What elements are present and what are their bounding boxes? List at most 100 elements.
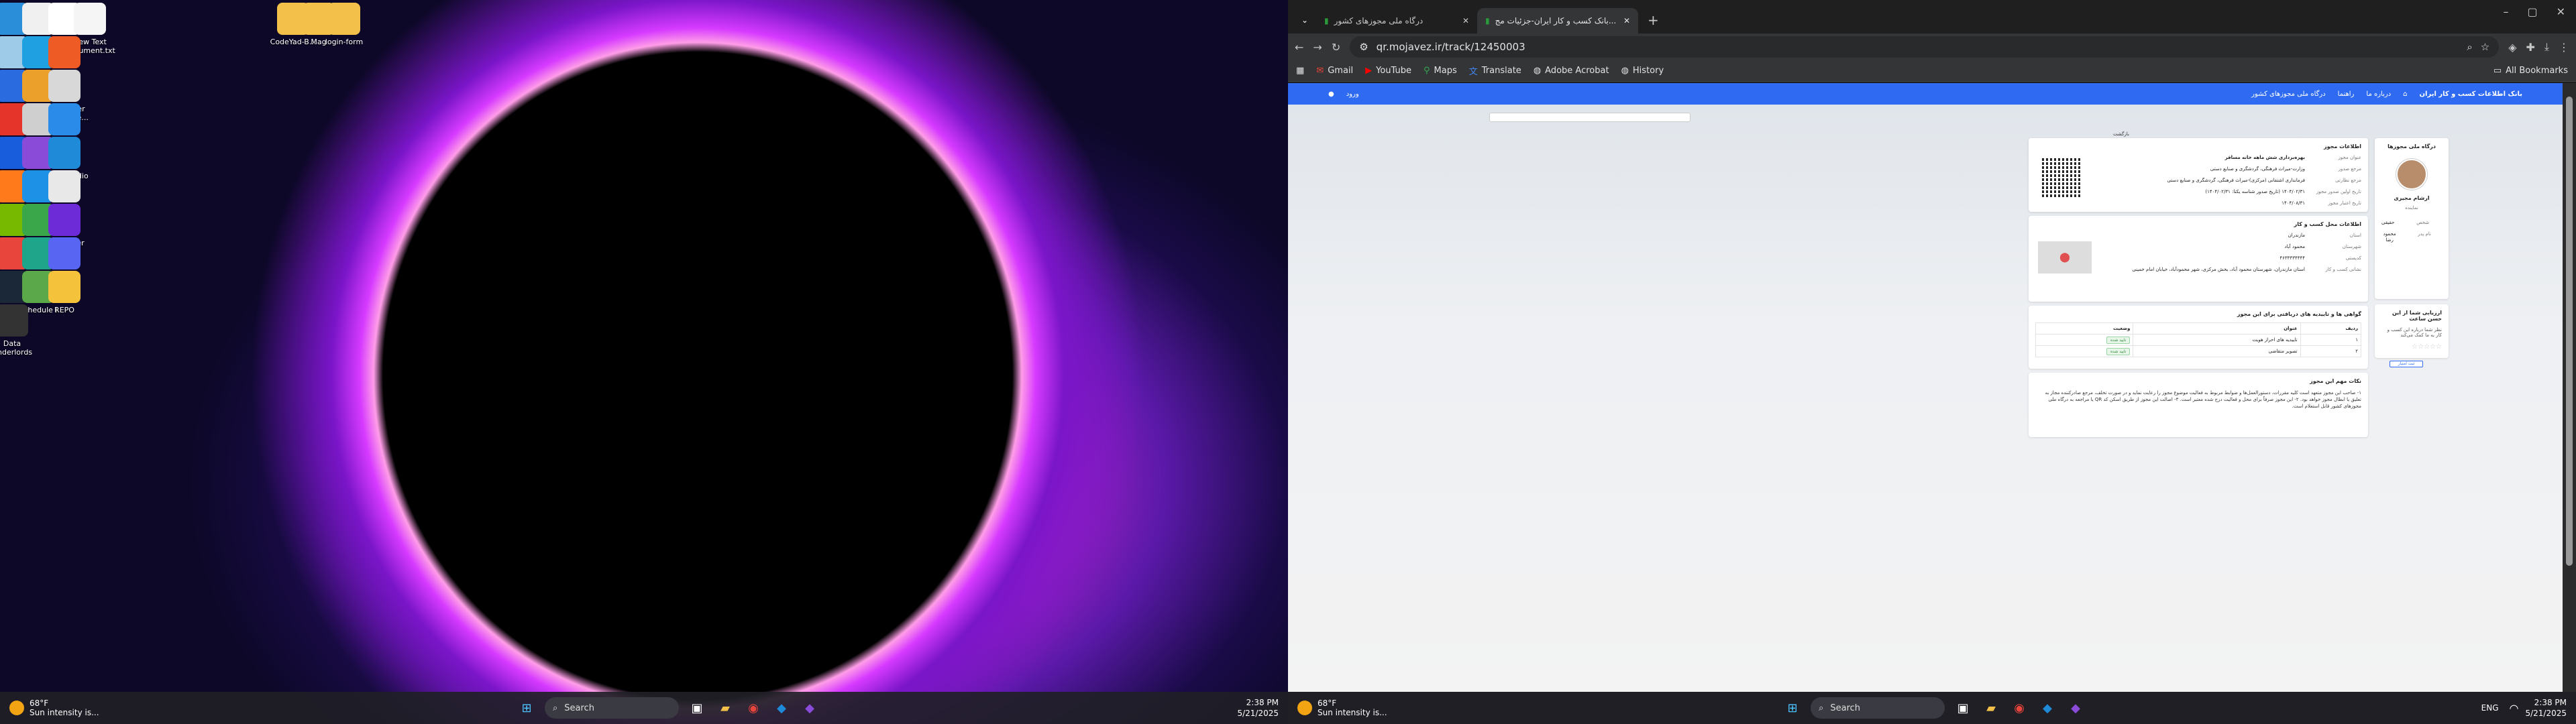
start-icon[interactable]: ⊞ — [515, 696, 539, 720]
apps-icon[interactable]: ▦ — [1296, 66, 1304, 76]
new-tab-button[interactable]: + — [1638, 12, 1668, 34]
qr-code — [2042, 158, 2081, 197]
search-icon: ⌕ — [553, 703, 558, 713]
tab-search-icon[interactable]: ⌄ — [1295, 11, 1314, 29]
postman-icon — [48, 36, 80, 68]
clock[interactable]: 2:38 PM 5/21/2025 — [1237, 697, 1288, 719]
desktop-icon-label: Data Underlords — [0, 339, 33, 357]
extension-icon[interactable]: ◈ — [2508, 41, 2516, 54]
info-value: محمود آباد — [2284, 244, 2305, 249]
tab-business-bank[interactable]: ▮ بانک کسب و کار ایران-جزئیات مج... ✕ — [1477, 8, 1638, 34]
star-icon[interactable]: ☆ — [2481, 41, 2489, 53]
all-bookmarks[interactable]: ▭ All Bookmarks — [2493, 66, 2568, 76]
rating-button[interactable]: ثبت امتیاز — [2390, 361, 2423, 367]
vs-taskbar-icon[interactable]: ◆ — [798, 696, 822, 720]
breadcrumb[interactable]: بازگشت — [2113, 131, 2129, 137]
scroll-thumb[interactable] — [2566, 97, 2573, 566]
bookmark-maps[interactable]: ⚲ Maps — [1424, 66, 1457, 76]
cell: ۱ — [2300, 334, 2362, 346]
menu-icon[interactable]: ⋮ — [2559, 41, 2569, 54]
info-row: عنوان مجوز بهره‌برداری شش ماهه خانه مسافر — [2035, 155, 2361, 161]
desktop-icon[interactable]: login-form — [319, 3, 369, 46]
close-icon[interactable]: ✕ — [1462, 16, 1469, 25]
nav-guide[interactable]: راهنما — [2338, 90, 2355, 98]
desktop-icon-label: REPO — [54, 306, 74, 314]
language-indicator[interactable]: ENG — [2481, 703, 2499, 713]
web-page: بانک اطلاعات کسب و کار ایران ⌂ درباره ما… — [1288, 83, 2563, 692]
user-icon[interactable]: ● — [1328, 90, 1334, 98]
rating-stars[interactable]: ☆☆☆☆☆ — [2381, 343, 2442, 351]
wifi-icon[interactable]: ◠ — [2510, 702, 2519, 715]
docs-table: ردیف عنوان وضعیت ۱ تاییدیه های احراز هویت تا… — [2035, 322, 2362, 357]
login-link[interactable]: ورود — [1346, 90, 1359, 98]
address-bar[interactable]: ⚙ qr.mojavez.ir/track/12450003 ⌕ ☆ — [1350, 36, 2500, 58]
info-row: مرجع نظارتی فرمانداری اشتفانی (مرکزی)-میر… — [2035, 178, 2361, 184]
close-window-icon[interactable]: ✕ — [2557, 5, 2565, 18]
file-explorer-icon[interactable]: ▰ — [1979, 696, 2003, 720]
nav-portal[interactable]: درگاه ملی مجوزهای کشور — [2251, 90, 2326, 98]
bookmark-gmail[interactable]: ✉ Gmail — [1316, 66, 1353, 76]
search-icon: ⌕ — [1819, 703, 1824, 713]
reload-icon[interactable]: ↻ — [1332, 41, 1340, 54]
desktop-icon[interactable]: Data Underlords — [0, 304, 37, 357]
file-explorer-icon[interactable]: ▰ — [713, 696, 737, 720]
chrome-taskbar-icon[interactable]: ◉ — [741, 696, 765, 720]
info-label: مرجع نظارتی — [2335, 178, 2361, 183]
tab-title: درگاه ملی مجوزهای کشور — [1334, 16, 1424, 25]
forward-icon[interactable]: → — [1313, 41, 1322, 54]
person-label: نام پدر — [2418, 231, 2431, 237]
bookmark-translate[interactable]: 文 Translate — [1469, 64, 1521, 77]
home-icon[interactable]: ⌂ — [2403, 90, 2407, 98]
status-badge: تایید شده — [2106, 337, 2131, 344]
extensions-puzzle-icon[interactable]: ✚ — [2526, 41, 2535, 54]
minimize-icon[interactable]: – — [2503, 5, 2508, 18]
nav-about[interactable]: درباره ما — [2366, 90, 2391, 98]
page-scrollbar[interactable] — [2563, 83, 2576, 692]
weather-temp: 68°F — [1318, 699, 1337, 708]
taskbar-search[interactable]: ⌕ Search — [545, 697, 679, 719]
vscode-taskbar-icon[interactable]: ◆ — [769, 696, 794, 720]
maximize-icon[interactable]: ▢ — [2527, 5, 2537, 18]
tab-mojavez[interactable]: ▮ درگاه ملی مجوزهای کشور ✕ — [1316, 8, 1477, 34]
clock-time: 2:38 PM — [2534, 698, 2567, 707]
desktop-icon[interactable]: REPO — [40, 271, 89, 314]
clock-date: 5/21/2025 — [2525, 709, 2567, 718]
search-label: Search — [564, 703, 594, 713]
bookmark-label: YouTube — [1376, 66, 1412, 76]
sun-icon — [9, 701, 24, 715]
bookmark-acrobat[interactable]: ◍ Adobe Acrobat — [1534, 66, 1609, 76]
site-header: بانک اطلاعات کسب و کار ایران ⌂ درباره ما… — [1288, 83, 2563, 105]
weather-widget[interactable]: 68°F Sun intensity is... — [1288, 699, 1387, 717]
maps-icon: ⚲ — [1424, 66, 1430, 76]
map-preview[interactable]: ⬤ — [2038, 241, 2092, 274]
close-icon[interactable]: ✕ — [1623, 16, 1630, 25]
site-info-icon[interactable]: ⚙ — [1359, 41, 1368, 53]
vs-taskbar-icon[interactable]: ◆ — [2063, 696, 2088, 720]
taskbar-left: 68°F Sun intensity is... ⊞ ⌕ Search ▣ ▰ ◉ … — [0, 692, 1288, 724]
site-logo[interactable]: بانک اطلاعات کسب و کار ایران — [2420, 90, 2522, 98]
weather-widget[interactable]: 68°F Sun intensity is... — [0, 699, 99, 717]
chrome-taskbar-icon[interactable]: ◉ — [2007, 696, 2031, 720]
vscode-taskbar-icon[interactable]: ◆ — [2035, 696, 2059, 720]
task-view-icon[interactable]: ▣ — [685, 696, 709, 720]
taskbar-search[interactable]: ⌕ Search — [1811, 697, 1945, 719]
clock[interactable]: 2:38 PM 5/21/2025 — [2525, 697, 2576, 719]
desktop-icon-label: login-form — [325, 38, 364, 46]
back-icon[interactable]: ← — [1295, 41, 1303, 54]
page-search[interactable] — [1489, 113, 1690, 122]
url-text[interactable]: qr.mojavez.ir/track/12450003 — [1377, 41, 2459, 53]
bookmark-youtube[interactable]: ▶ YouTube — [1365, 66, 1411, 76]
download-icon[interactable]: ⤓ — [2544, 40, 2549, 54]
col-header: عنوان — [2133, 322, 2301, 335]
bookmark-history[interactable]: ◍ History — [1621, 66, 1664, 76]
gmail-icon: ✉ — [1316, 66, 1324, 76]
start-icon[interactable]: ⊞ — [1780, 696, 1805, 720]
cell: تاییدیه های احراز هویت — [2133, 334, 2301, 346]
bookmark-label: History — [1632, 66, 1664, 76]
person-value: حقیقی — [2381, 220, 2395, 225]
zoom-icon[interactable]: ⌕ — [2467, 41, 2472, 53]
info-label: شهرستان — [2342, 244, 2361, 249]
tab-strip: ⌄ ▮ درگاه ملی مجوزهای کشور ✕ ▮ بانک کسب و ک… — [1288, 0, 2576, 34]
task-view-icon[interactable]: ▣ — [1951, 696, 1975, 720]
person-card: درگاه ملی مجوزها ارشام مجیری نماینده شخص… — [2375, 138, 2449, 299]
